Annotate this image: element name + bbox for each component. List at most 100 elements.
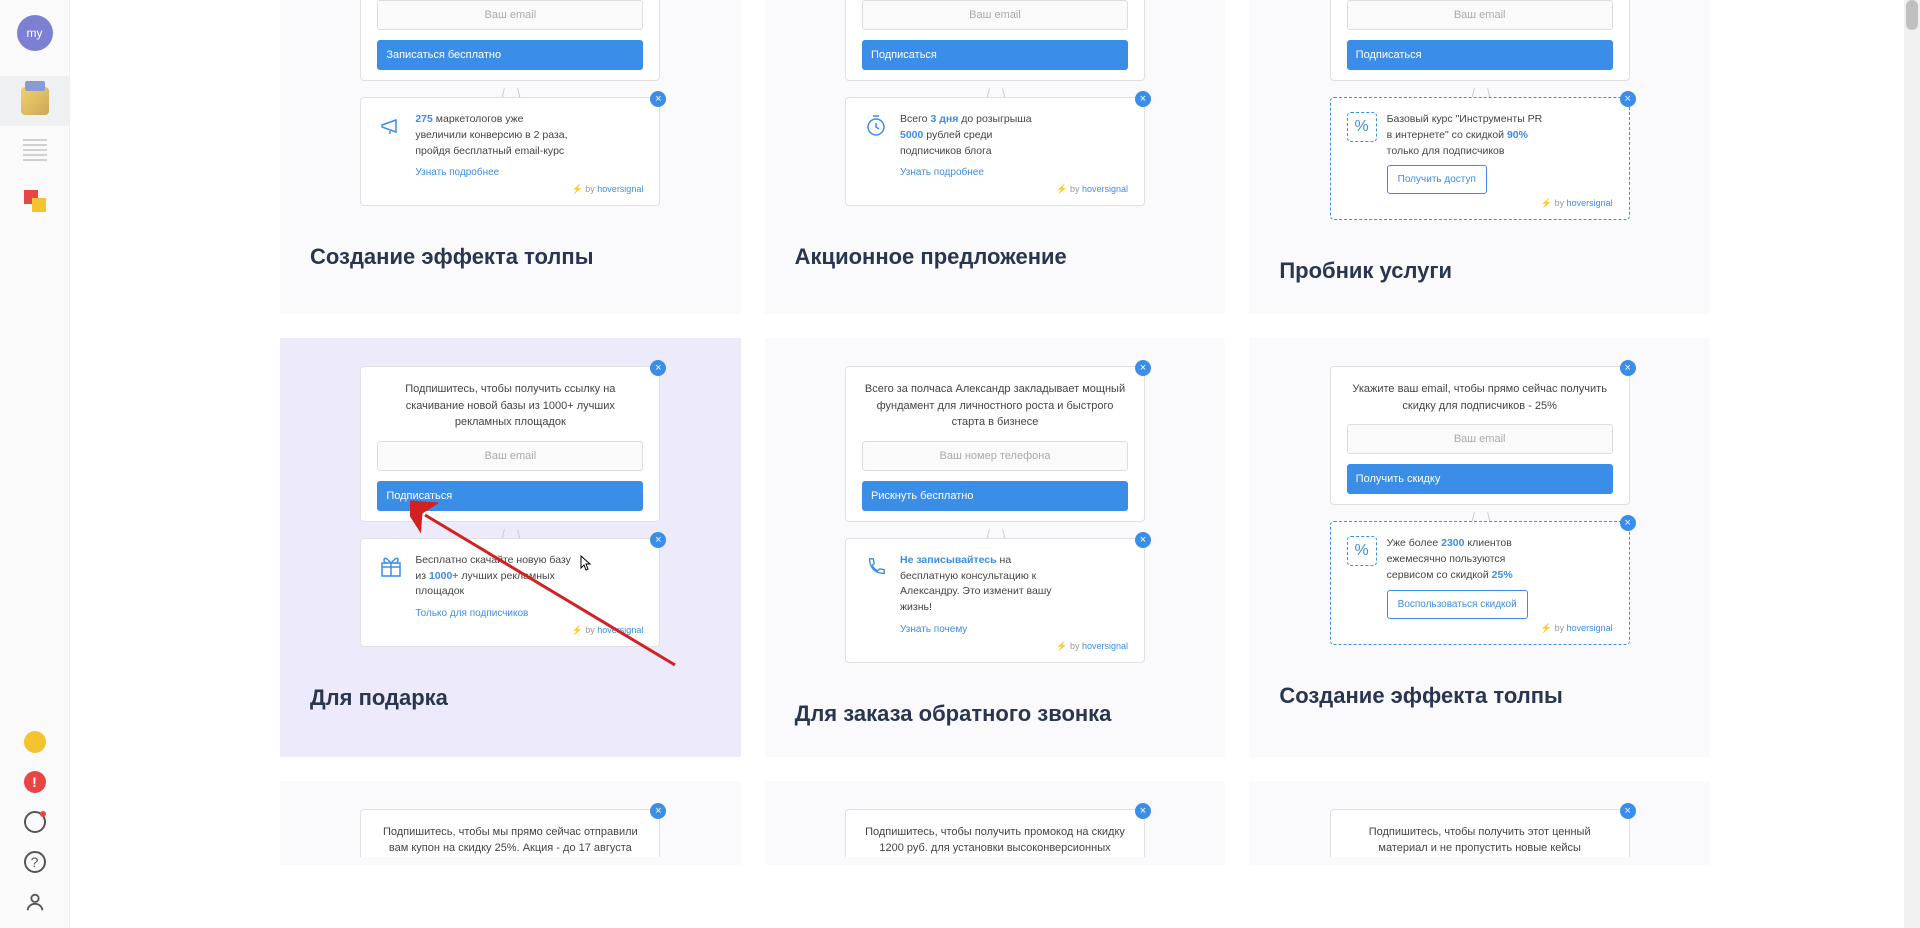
- close-icon: ×: [1135, 803, 1151, 819]
- link: Узнать подробнее: [415, 165, 643, 180]
- popup-preview-bottom: × Бесплатно скачайте новую базу из 1000+…: [360, 538, 660, 647]
- card-title: Создание эффекта толпы: [1279, 683, 1710, 709]
- popup-preview-top: × Подпишитесь, чтобы получить этот ценны…: [1330, 809, 1630, 857]
- popup-preview-bottom: × % Базовый курс "Инструменты PR в интер…: [1330, 97, 1630, 220]
- popup-text: Не записывайтесь на бесплатную консульта…: [900, 553, 1128, 637]
- avatar[interactable]: my: [17, 15, 53, 51]
- nav-docs[interactable]: [0, 126, 70, 176]
- template-card[interactable]: Ваш email Подписаться × Всего 3 дня до р…: [765, 0, 1226, 314]
- close-icon: ×: [650, 91, 666, 107]
- popup-text: Подпишитесь, чтобы получить этот ценный …: [1347, 824, 1613, 857]
- submit-button: Подписаться: [862, 40, 1128, 70]
- credit: ⚡ by hoversignal: [1347, 623, 1613, 634]
- credit: ⚡ by hoversignal: [1347, 198, 1613, 209]
- popup-text: Подпишитесь, чтобы получить ссылку на ск…: [377, 381, 643, 431]
- popup-text: Всего 3 дня до розыгрыша 5000 рублей сре…: [900, 112, 1128, 180]
- close-icon: ×: [1620, 91, 1636, 107]
- popup-preview-top: Ваш email Записаться бесплатно: [360, 0, 660, 81]
- link: Узнать подробнее: [900, 165, 1128, 180]
- credit: ⚡ by hoversignal: [862, 184, 1128, 195]
- popup-text: 275 маркетологов уже увеличили конверсию…: [415, 112, 643, 180]
- gift-icon: [377, 553, 405, 581]
- close-icon: ×: [650, 803, 666, 819]
- popup-preview-bottom: × Всего 3 дня до розыгрыша 5000 рублей с…: [845, 97, 1145, 206]
- alert-icon[interactable]: !: [24, 771, 46, 793]
- template-card[interactable]: × Подпишитесь, чтобы получить этот ценны…: [1249, 781, 1710, 865]
- card-title: Акционное предложение: [795, 244, 1226, 270]
- percent-icon: %: [1347, 536, 1377, 566]
- stopwatch-icon: [862, 112, 890, 140]
- close-icon: ×: [1135, 532, 1151, 548]
- close-icon: ×: [1135, 91, 1151, 107]
- email-input: Ваш email: [1347, 0, 1613, 30]
- credit: ⚡ by hoversignal: [862, 641, 1128, 652]
- bottom-nav: ! ?: [24, 731, 46, 913]
- box-icon: [21, 87, 49, 115]
- phone-icon: [862, 553, 890, 581]
- popup-preview-bottom: × Не записывайтесь на бесплатную консуль…: [845, 538, 1145, 663]
- popup-preview-top: × Подпишитесь, чтобы получить ссылку на …: [360, 366, 660, 522]
- submit-button: Получить скидку: [1347, 464, 1613, 494]
- popup-text: Укажите ваш email, чтобы прямо сейчас по…: [1347, 381, 1613, 414]
- submit-button: Подписаться: [377, 481, 643, 511]
- close-icon: ×: [1620, 515, 1636, 531]
- outline-button: Получить доступ: [1387, 165, 1487, 194]
- content-area: Ваш email Записаться бесплатно × 275 мар…: [70, 0, 1920, 928]
- scrollbar-thumb[interactable]: [1906, 0, 1918, 30]
- link: Узнать почему: [900, 622, 1128, 637]
- template-card[interactable]: Ваш email Подписаться × % Базовый курс "…: [1249, 0, 1710, 314]
- email-input: Ваш email: [862, 0, 1128, 30]
- nav-colors[interactable]: [0, 176, 70, 226]
- card-title: Для заказа обратного звонка: [795, 701, 1226, 727]
- percent-icon: %: [1347, 112, 1377, 142]
- scrollbar-track: [1904, 0, 1920, 928]
- template-card[interactable]: × Всего за полчаса Александр закладывает…: [765, 338, 1226, 757]
- popup-preview-top: × Подпишитесь, чтобы получить промокод н…: [845, 809, 1145, 857]
- popup-text: Базовый курс "Инструменты PR в интернете…: [1387, 112, 1613, 194]
- close-icon: ×: [1620, 803, 1636, 819]
- close-icon: ×: [1620, 360, 1636, 376]
- card-title: Создание эффекта толпы: [310, 244, 741, 270]
- popup-text: Уже более 2300 клиентов ежемесячно польз…: [1387, 536, 1613, 618]
- document-icon: [23, 139, 47, 163]
- email-input: Ваш email: [1347, 424, 1613, 454]
- popup-preview-top: Ваш email Подписаться: [845, 0, 1145, 81]
- card-title: Пробник услуги: [1279, 258, 1710, 284]
- template-card[interactable]: Ваш email Записаться бесплатно × 275 мар…: [280, 0, 741, 314]
- close-icon: ×: [650, 360, 666, 376]
- popup-text: Всего за полчаса Александр закладывает м…: [862, 381, 1128, 431]
- email-input: Ваш email: [377, 0, 643, 30]
- help-icon[interactable]: ?: [24, 851, 46, 873]
- template-card[interactable]: × Подпишитесь, чтобы получить промокод н…: [765, 781, 1226, 865]
- popup-preview-bottom: × 275 маркетологов уже увеличили конверс…: [360, 97, 660, 206]
- link: Только для подписчиков: [415, 606, 643, 621]
- outline-button: Воспользоваться скидкой: [1387, 590, 1528, 619]
- popup-text: Подпишитесь, чтобы мы прямо сейчас отпра…: [377, 824, 643, 857]
- credit: ⚡ by hoversignal: [377, 184, 643, 195]
- popup-preview-bottom: × % Уже более 2300 клиентов ежемесячно п…: [1330, 521, 1630, 644]
- color-squares-icon: [24, 190, 46, 212]
- popup-preview-top: Ваш email Подписаться: [1330, 0, 1630, 81]
- email-input: Ваш email: [377, 441, 643, 471]
- popup-preview-top: × Подпишитесь, чтобы мы прямо сейчас отп…: [360, 809, 660, 857]
- template-card[interactable]: × Подпишитесь, чтобы мы прямо сейчас отп…: [280, 781, 741, 865]
- template-card[interactable]: × Укажите ваш email, чтобы прямо сейчас …: [1249, 338, 1710, 757]
- card-title: Для подарка: [310, 685, 741, 711]
- megaphone-icon: [377, 112, 405, 140]
- submit-button: Рискнуть бесплатно: [862, 481, 1128, 511]
- template-card-selected[interactable]: × Подпишитесь, чтобы получить ссылку на …: [280, 338, 741, 757]
- popup-preview-top: × Укажите ваш email, чтобы прямо сейчас …: [1330, 366, 1630, 505]
- nav-templates[interactable]: [0, 76, 70, 126]
- popup-text: Подпишитесь, чтобы получить промокод на …: [862, 824, 1128, 857]
- popup-preview-top: × Всего за полчаса Александр закладывает…: [845, 366, 1145, 522]
- yellow-dot-icon[interactable]: [24, 731, 46, 753]
- close-icon: ×: [1135, 360, 1151, 376]
- popup-text: Бесплатно скачайте новую базу из 1000+ л…: [415, 553, 643, 621]
- submit-button: Записаться бесплатно: [377, 40, 643, 70]
- sidebar: my ! ?: [0, 0, 70, 928]
- credit: ⚡ by hoversignal: [377, 625, 643, 636]
- chat-icon[interactable]: [24, 811, 46, 833]
- close-icon: ×: [650, 532, 666, 548]
- user-icon[interactable]: [24, 891, 46, 913]
- phone-input: Ваш номер телефона: [862, 441, 1128, 471]
